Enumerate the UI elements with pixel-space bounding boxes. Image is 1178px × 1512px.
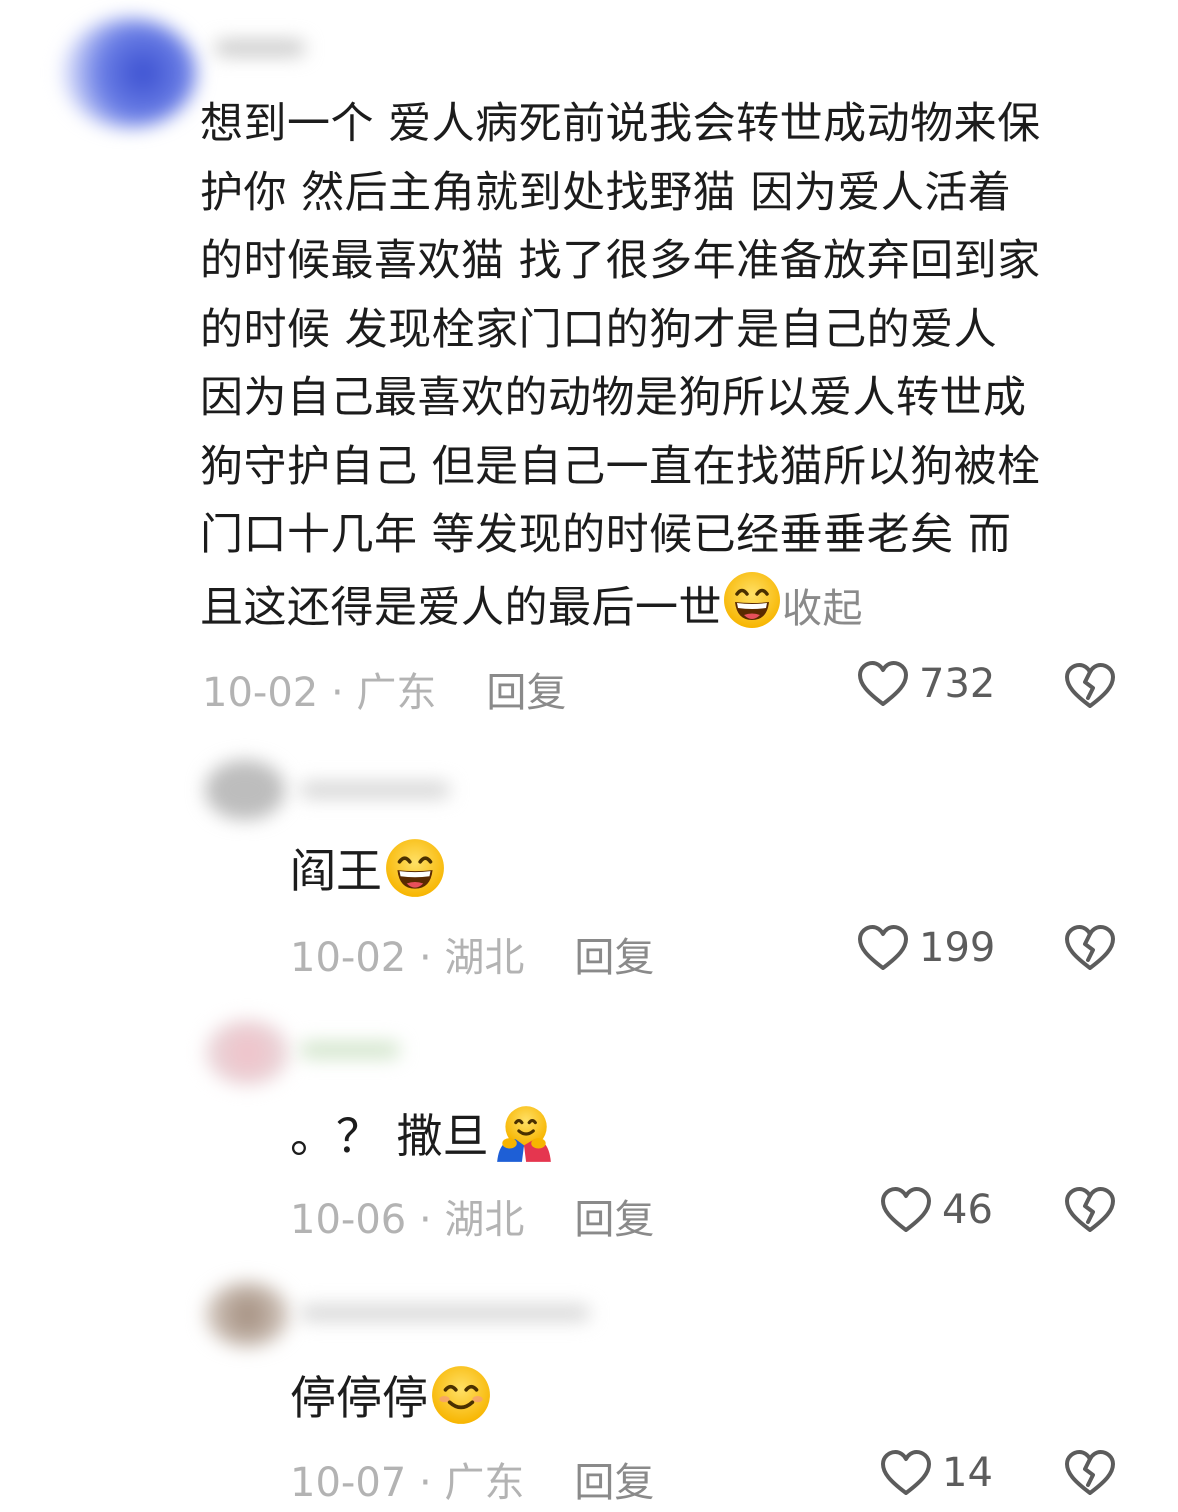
comment-text: 想到一个 爱人病死前说我会转世成动物来保 护你 然后主角就到处找野猫 因为爱人活…: [200, 90, 1130, 643]
like-button[interactable]: 199: [857, 924, 995, 972]
avatar[interactable]: [205, 1282, 290, 1347]
heart-outline-icon: [857, 924, 909, 972]
date-location: 10-02 · 湖北: [290, 935, 525, 981]
broken-heart-icon: [1064, 1186, 1116, 1234]
date-location: 10-06 · 湖北: [290, 1197, 525, 1243]
reply-content: 停停停: [290, 1371, 428, 1425]
comment-meta: 10-07 · 广东 回复: [290, 1450, 654, 1508]
comment-line: 的时候 发现栓家门口的狗才是自己的爱人: [200, 304, 998, 355]
reply-text: 阎王: [290, 835, 446, 901]
username[interactable]: [300, 782, 450, 798]
avatar[interactable]: [205, 1020, 290, 1085]
like-button[interactable]: 732: [857, 660, 995, 708]
broken-heart-icon: [1064, 924, 1116, 972]
grinning-face-icon: [722, 570, 782, 630]
comment-line: 护你 然后主角就到处找野猫 因为爱人活着: [200, 167, 1012, 218]
comment-line: 的时候最喜欢猫 找了很多年准备放弃回到家: [200, 236, 1041, 286]
like-button[interactable]: 14: [880, 1449, 993, 1497]
reply-text: 停停停: [290, 1362, 492, 1428]
comment-line: 狗守护自己 但是自己一直在找猫所以狗被栓: [200, 441, 1041, 492]
comment-meta: 10-02 · 湖北 回复: [290, 925, 654, 983]
date-location: 10-07 · 广东: [290, 1460, 525, 1506]
heart-outline-icon: [880, 1186, 932, 1234]
dislike-button[interactable]: [1064, 1186, 1116, 1234]
like-count: 199: [919, 925, 996, 971]
hugging-face-icon: [493, 1102, 555, 1164]
avatar[interactable]: [205, 760, 285, 820]
reply-text: 。？ 撒旦: [290, 1100, 555, 1166]
username[interactable]: [300, 1042, 400, 1058]
date-location: 10-02 · 广东: [202, 670, 437, 716]
username[interactable]: [215, 40, 305, 56]
reply-button[interactable]: 回复: [574, 1197, 654, 1243]
dislike-button[interactable]: [1064, 1449, 1116, 1497]
grinning-face-icon: [384, 837, 446, 899]
comment-meta: 10-06 · 湖北 回复: [290, 1187, 654, 1245]
broken-heart-icon: [1064, 1449, 1116, 1497]
like-button[interactable]: 46: [880, 1186, 993, 1234]
username[interactable]: [300, 1305, 590, 1321]
dislike-button[interactable]: [1064, 924, 1116, 972]
like-count: 14: [942, 1450, 993, 1496]
comment-line: 想到一个 爱人病死前说我会转世成动物来保: [200, 99, 1041, 149]
comment-line: 因为自己最喜欢的动物是狗所以爱人转世成: [200, 373, 1027, 423]
heart-outline-icon: [857, 660, 909, 708]
avatar[interactable]: [62, 18, 197, 128]
broken-heart-icon: [1064, 662, 1116, 710]
comment-line: 门口十几年 等发现的时候已经垂垂老矣 而: [200, 510, 1012, 560]
reply-content: 阎王: [290, 844, 382, 898]
comment-line: 且这还得是爱人的最后一世: [200, 582, 722, 633]
collapse-button[interactable]: 收起: [782, 586, 863, 632]
reply-content: 。？ 撒旦: [290, 1109, 489, 1163]
dislike-button[interactable]: [1064, 662, 1116, 710]
like-count: 732: [919, 661, 996, 707]
heart-outline-icon: [880, 1449, 932, 1497]
comment-meta: 10-02 · 广东 回复: [202, 660, 566, 718]
reply-button[interactable]: 回复: [574, 1460, 654, 1506]
reply-button[interactable]: 回复: [486, 670, 566, 716]
reply-button[interactable]: 回复: [574, 935, 654, 981]
smiling-face-icon: [430, 1364, 492, 1426]
like-count: 46: [942, 1187, 993, 1233]
